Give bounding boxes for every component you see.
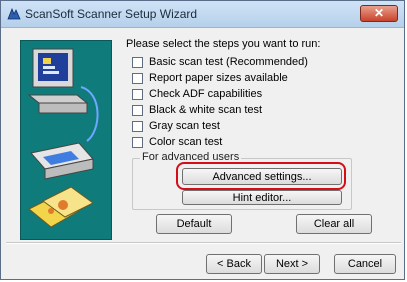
cancel-button[interactable]: Cancel [334,254,396,274]
clear-all-button[interactable]: Clear all [296,214,372,234]
back-button[interactable]: < Back [206,254,262,274]
next-button[interactable]: Next > [264,254,320,274]
checkbox-label: Basic scan test (Recommended) [149,56,308,68]
checkbox[interactable] [132,137,143,148]
next-label: Next > [275,258,309,270]
default-button[interactable]: Default [156,214,232,234]
cancel-label: Cancel [347,258,383,270]
app-icon [7,8,21,20]
window-title: ScanSoft Scanner Setup Wizard [25,7,198,21]
wizard-illustration [20,40,112,240]
back-label: < Back [217,258,251,270]
checkbox[interactable] [132,73,143,84]
checkbox-label: Gray scan test [149,120,220,132]
scanner-computer-icon [27,48,99,228]
hint-editor-button[interactable]: Hint editor... [182,190,342,205]
checkbox-label: Black & white scan test [149,104,263,116]
checkbox[interactable] [132,121,143,132]
checkbox[interactable] [132,57,143,68]
checkbox-label: Color scan test [149,136,223,148]
close-icon: ✕ [373,6,385,20]
close-button[interactable]: ✕ [360,5,398,22]
checkbox-label: Check ADF capabilities [149,88,263,100]
clear-all-label: Clear all [313,218,355,230]
default-label: Default [176,218,212,230]
steps-prompt: Please select the steps you want to run: [126,38,321,50]
hint-editor-label: Hint editor... [232,191,292,204]
title-bar: ScanSoft Scanner Setup Wizard ✕ [1,1,404,28]
footer-divider [6,242,401,244]
checkbox-label: Report paper sizes available [149,72,288,84]
checkbox[interactable] [132,105,143,116]
checkbox[interactable] [132,89,143,100]
highlight-box [176,162,346,190]
